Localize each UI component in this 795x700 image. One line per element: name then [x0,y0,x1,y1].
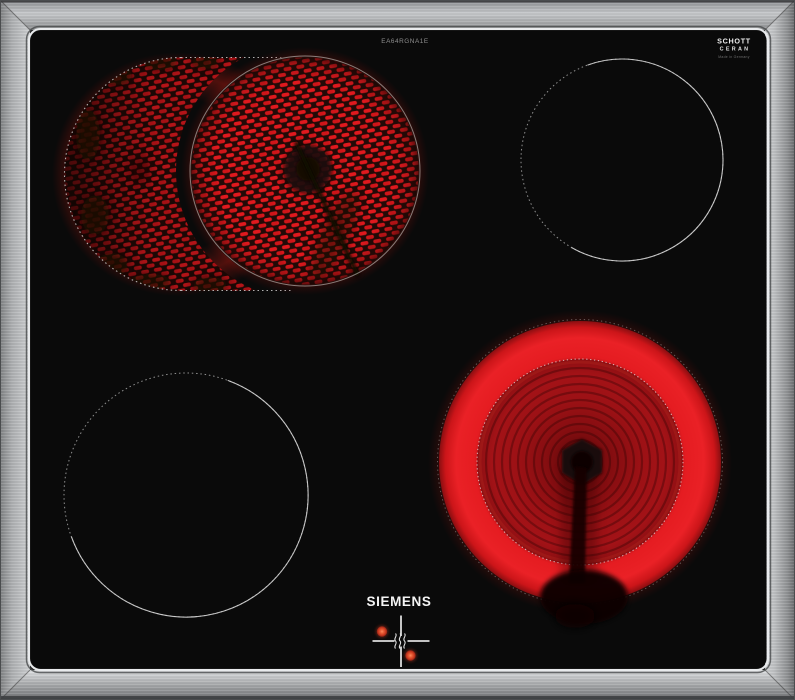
model-code: EA64RGNA1E [381,38,428,45]
schott-line1: SCHOTT [717,37,751,46]
cooktop-svg: EA64RGNA1E SCHOTT CERAN Made in Germany … [0,0,795,700]
hot-indicator-dot [376,626,388,637]
stem-base-shadow-soft [555,604,595,628]
schott-ceran-logo: SCHOTT CERAN Made in Germany [717,37,751,60]
schott-subline: Made in Germany [718,55,749,59]
schott-line2: CERAN [720,47,751,53]
cooktop-photo: EA64RGNA1E SCHOTT CERAN Made in Germany … [0,0,795,700]
hot-indicator-dot [405,650,416,661]
burner-rear-left-dual [52,47,429,300]
brand-logo: SIEMENS [367,594,432,609]
